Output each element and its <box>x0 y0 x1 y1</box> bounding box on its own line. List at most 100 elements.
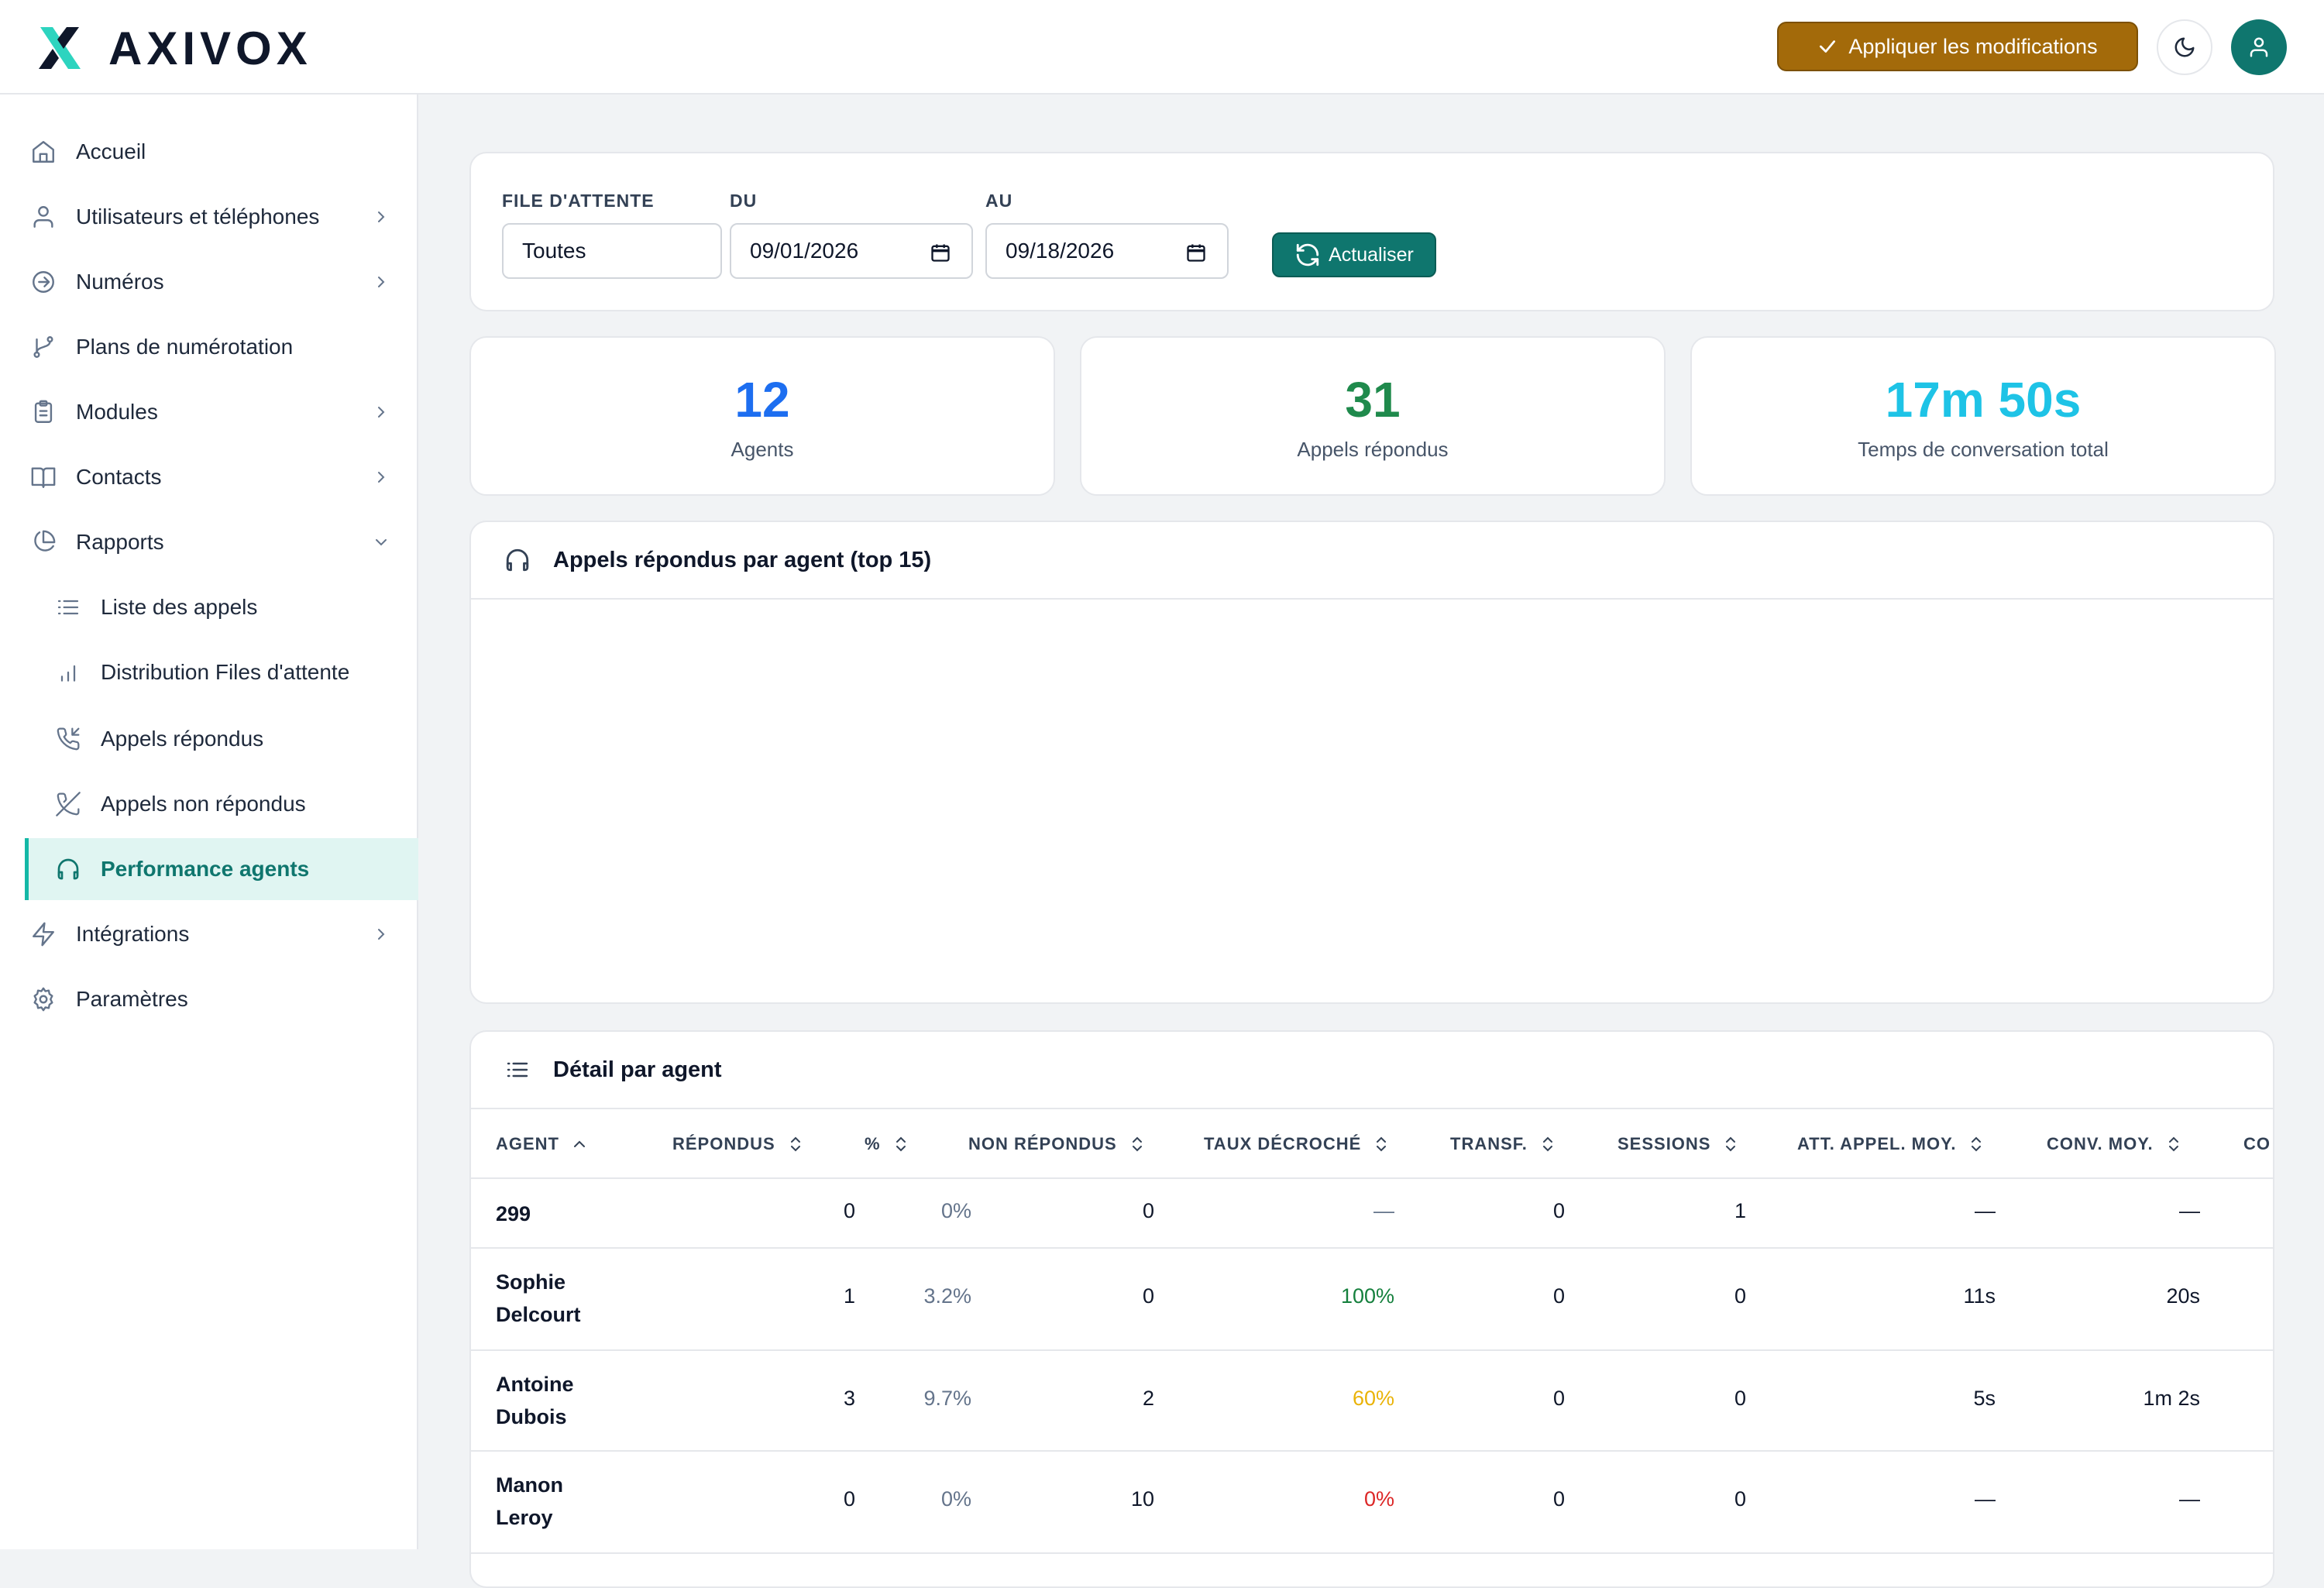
sidebar-item-distribution[interactable]: Distribution Files d'attente <box>25 641 418 703</box>
cell-sessions: 0 <box>1734 1387 1746 1410</box>
sidebar-item-appels-repondus[interactable]: Appels répondus <box>25 708 418 770</box>
cell-agent: Antoine Dubois <box>496 1373 574 1428</box>
table-title: Détail par agent <box>553 1057 722 1082</box>
table-column-headers: AGENT RÉPONDUS % NON RÉPONDUS TAUX DÉCRO… <box>471 1109 2273 1179</box>
stat-label: Temps de conversation total <box>1858 437 2109 461</box>
cell-transf: 0 <box>1552 1199 1565 1222</box>
queue-select[interactable]: Toutes <box>502 223 722 279</box>
filter-panel: FILE D'ATTENTE Toutes DU 09/01/2026 AU 0… <box>469 152 2274 311</box>
column-transf[interactable]: TRANSF. <box>1450 1109 1557 1179</box>
cell-non-repondus: 0 <box>1142 1199 1154 1222</box>
sidebar-item-label: Paramètres <box>76 987 188 1011</box>
column-conv-moy[interactable]: CONV. MOY. <box>2047 1109 2183 1179</box>
sidebar-item-plans[interactable]: Plans de numérotation <box>25 316 418 378</box>
stat-card-talk-time: 17m 50s Temps de conversation total <box>1690 336 2276 496</box>
bar-chart-icon <box>53 657 84 688</box>
refresh-icon <box>1296 243 1319 266</box>
sidebar-item-integrations[interactable]: Intégrations <box>25 903 418 965</box>
phone-missed-icon <box>53 789 84 820</box>
cell-percent: 3.2% <box>923 1284 971 1308</box>
table-row[interactable]: Antoine Dubois 3 9.7% 2 60% 0 0 5s 1m 2s <box>471 1351 2273 1452</box>
column-percent[interactable]: % <box>865 1109 910 1179</box>
cell-taux: — <box>1373 1199 1394 1222</box>
column-sessions[interactable]: SESSIONS <box>1618 1109 1740 1179</box>
pie-chart-icon <box>28 527 59 558</box>
from-date-input[interactable]: 09/01/2026 <box>730 223 973 279</box>
sidebar-item-contacts[interactable]: Contacts <box>25 446 418 508</box>
home-icon <box>28 136 59 167</box>
stat-value: 31 <box>1345 371 1401 428</box>
cell-taux: 60% <box>1352 1387 1394 1410</box>
sidebar-item-utilisateurs[interactable]: Utilisateurs et téléphones <box>25 186 418 248</box>
cell-att-moy: 11s <box>1963 1284 1996 1308</box>
column-label: CONV. MOY. <box>2047 1134 2154 1153</box>
sidebar-item-liste-appels[interactable]: Liste des appels <box>25 576 418 638</box>
chevron-right-icon <box>378 929 385 940</box>
cell-repondus: 3 <box>843 1387 855 1410</box>
cell-non-repondus: 10 <box>1130 1487 1154 1511</box>
sidebar-item-label: Numéros <box>76 270 164 294</box>
sidebar-item-modules[interactable]: Modules <box>25 381 418 443</box>
cell-taux: 100% <box>1340 1284 1394 1308</box>
sort-icon <box>790 1136 800 1152</box>
chevron-right-icon <box>378 407 385 418</box>
sidebar-item-label: Utilisateurs et téléphones <box>76 205 320 229</box>
stat-value: 17m 50s <box>1885 371 2082 428</box>
sidebar-item-parametres[interactable]: Paramètres <box>25 968 418 1030</box>
sort-icon <box>896 1136 906 1152</box>
headphones-icon <box>53 854 84 885</box>
cell-agent: Manon Leroy <box>496 1473 563 1529</box>
table-row[interactable]: 299 0 0% 0 — 0 1 — — <box>471 1181 2273 1249</box>
settings-icon <box>28 984 59 1015</box>
column-taux-decroche[interactable]: TAUX DÉCROCHÉ <box>1204 1109 1391 1179</box>
sidebar-item-rapports[interactable]: Rapports <box>25 511 418 573</box>
sidebar-item-numeros[interactable]: Numéros <box>25 251 418 313</box>
cell-transf: 0 <box>1552 1387 1565 1410</box>
clipboard-icon <box>28 397 59 428</box>
table-row[interactable]: Manon Leroy 0 0% 10 0% 0 0 — — <box>471 1452 2273 1554</box>
user-avatar-button[interactable] <box>2231 19 2287 75</box>
top-bar: AXIVOX Appliquer les modifications <box>0 0 2324 95</box>
column-agent[interactable]: AGENT <box>496 1109 589 1179</box>
queue-label: FILE D'ATTENTE <box>502 191 655 211</box>
calendar-icon[interactable] <box>930 242 951 263</box>
column-att-appel-moy[interactable]: ATT. APPEL. MOY. <box>1797 1109 1985 1179</box>
stat-label: Appels répondus <box>1297 437 1449 461</box>
cell-taux: 0% <box>1363 1487 1394 1511</box>
cell-non-repondus: 0 <box>1142 1284 1154 1308</box>
column-truncated[interactable]: CO <box>2243 1109 2271 1179</box>
sidebar-item-label: Appels répondus <box>101 727 264 751</box>
theme-toggle-button[interactable] <box>2157 19 2212 75</box>
table-header: Détail par agent <box>471 1032 2273 1109</box>
column-label: NON RÉPONDUS <box>968 1134 1117 1153</box>
sidebar-item-appels-non-repondus[interactable]: Appels non répondus <box>25 773 418 835</box>
sidebar-item-label: Rapports <box>76 530 164 554</box>
brand-logo[interactable]: AXIVOX <box>36 22 312 74</box>
user-icon <box>28 201 59 232</box>
calendar-icon[interactable] <box>1185 242 1207 263</box>
cell-sessions: 1 <box>1734 1199 1746 1222</box>
column-non-repondus[interactable]: NON RÉPONDUS <box>968 1109 1147 1179</box>
cell-percent: 9.7% <box>923 1387 971 1410</box>
cell-conv-moy: — <box>2179 1199 2200 1222</box>
cell-conv-moy: — <box>2179 1487 2200 1511</box>
column-label: RÉPONDUS <box>672 1134 775 1153</box>
book-icon <box>28 462 59 493</box>
table-row[interactable]: Sophie Delcourt 1 3.2% 0 100% 0 0 11s 20… <box>471 1249 2273 1351</box>
sort-icon <box>2168 1136 2178 1152</box>
stat-card-answered-calls: 31 Appels répondus <box>1080 336 1666 496</box>
sidebar-item-performance-agents[interactable]: Performance agents <box>25 838 418 900</box>
cell-conv-moy: 20s <box>2166 1284 2200 1308</box>
refresh-button[interactable]: Actualiser <box>1272 232 1436 277</box>
column-label: % <box>865 1134 881 1153</box>
apply-changes-button[interactable]: Appliquer les modifications <box>1777 22 2138 71</box>
sidebar-item-label: Appels non répondus <box>101 792 306 816</box>
refresh-label: Actualiser <box>1329 243 1414 266</box>
to-date-input[interactable]: 09/18/2026 <box>985 223 1229 279</box>
cell-agent: Sophie Delcourt <box>496 1270 581 1326</box>
cell-att-moy: — <box>1975 1487 1996 1511</box>
sidebar-item-label: Contacts <box>76 465 162 489</box>
sidebar-item-accueil[interactable]: Accueil <box>25 121 418 183</box>
column-repondus[interactable]: RÉPONDUS <box>672 1109 805 1179</box>
stat-card-agents: 12 Agents <box>469 336 1055 496</box>
